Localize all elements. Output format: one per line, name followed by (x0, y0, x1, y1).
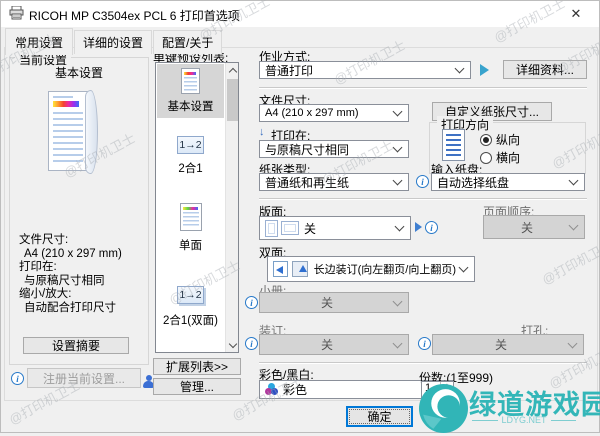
spin-up-icon[interactable]: ▲ (441, 382, 453, 390)
chevron-down-icon (392, 338, 403, 348)
open-to-top-icon (291, 261, 308, 277)
document-preview (48, 90, 98, 174)
chevron-down-icon (454, 63, 465, 74)
two-in-one-icon: 1→2 (177, 136, 204, 154)
window-title: RICOH MP C3504ex PCL 6 打印首选项 (29, 9, 240, 23)
preset-listbox[interactable]: 基本设置 1→2 2合1 单面 1→2 2合1(双面) (155, 62, 239, 353)
chevron-down-icon (392, 106, 403, 117)
details-button[interactable]: 详细资料... (503, 60, 587, 79)
portrait-page-icon (442, 129, 465, 161)
info-icon[interactable] (416, 175, 429, 188)
rainbow-bar (53, 101, 79, 107)
open-to-left-icon (273, 261, 288, 277)
chevron-down-icon (568, 220, 579, 231)
page-order-select: 关 (483, 215, 585, 239)
document-page-icon (179, 203, 202, 231)
landscape-thumb-icon (281, 221, 299, 235)
scrollbar-thumb[interactable] (227, 79, 238, 121)
tab-detailed-settings[interactable]: 详细的设置 (74, 30, 153, 54)
separator (259, 362, 587, 364)
chevron-down-icon (392, 296, 403, 306)
layout-select[interactable]: 关 (259, 216, 411, 240)
preset-item-simplex[interactable]: 单面 (157, 203, 224, 256)
manage-button[interactable]: 管理... (153, 378, 241, 395)
info-icon[interactable] (418, 337, 431, 350)
current-preset-name: 基本设置 (54, 66, 103, 80)
info-icon[interactable] (425, 221, 438, 234)
separator (259, 87, 587, 89)
printer-icon (9, 5, 24, 23)
print-on-select[interactable]: 与原稿尺寸相同 (259, 140, 409, 158)
landscape-option[interactable]: 横向 (480, 149, 520, 166)
input-tray-select[interactable]: 自动选择纸盘 (431, 173, 585, 191)
tab-config-about[interactable]: 配置/关于 (153, 30, 223, 54)
tab-strip: 常用设置 详细的设置 配置/关于 (5, 28, 223, 55)
chevron-down-icon (568, 175, 579, 186)
preset-item-2in1-duplex[interactable]: 1→2 2合1(双面) (157, 286, 224, 332)
expand-list-button[interactable]: 扩展列表>> (153, 358, 241, 375)
print-preferences-dialog: RICOH MP C3504ex PCL 6 打印首选项 ✕ 常用设置 详细的设… (0, 0, 600, 433)
job-type-select[interactable]: 普通打印 (259, 61, 471, 79)
document-page-icon (181, 68, 200, 94)
chevron-down-icon (394, 221, 405, 232)
portrait-thumb-icon (265, 219, 278, 237)
chevron-down-icon (392, 175, 403, 186)
duplex-select[interactable]: 长边装订(向左翻页/向上翻页) (267, 256, 475, 282)
settings-summary-button[interactable]: 设置摘要 (23, 337, 129, 354)
spin-down-icon[interactable]: ▼ (441, 390, 453, 398)
portrait-option[interactable]: 纵向 (480, 131, 520, 148)
title-bar: RICOH MP C3504ex PCL 6 打印首选项 ✕ (1, 1, 599, 27)
portrait-radio[interactable] (480, 133, 492, 146)
job-type-arrow-icon (480, 64, 489, 76)
preset-item-2in1[interactable]: 1→2 2合1 (157, 136, 224, 178)
document-size-select[interactable]: A4 (210 x 297 mm) (259, 104, 409, 122)
preset-list-scrollbar[interactable] (225, 63, 238, 352)
info-icon[interactable] (11, 372, 24, 385)
preset-item-basic[interactable]: 基本设置 (157, 64, 224, 118)
booklet-select: 关 (259, 292, 409, 313)
chevron-down-icon (392, 142, 403, 153)
info-icon[interactable] (245, 296, 258, 309)
separator (259, 198, 587, 200)
ldyg-logo-subtitle: LDYG.NET (472, 415, 576, 425)
paper-type-select[interactable]: 普通纸和再生纸 (259, 173, 409, 191)
ok-button[interactable]: 确定 (346, 406, 413, 427)
copies-stepper[interactable]: 1 ▲ ▼ (421, 381, 454, 398)
punch-select: 关 (432, 334, 584, 355)
tab-common-settings[interactable]: 常用设置 (5, 28, 74, 55)
info-icon[interactable] (245, 337, 258, 350)
copies-value[interactable]: 1 (422, 382, 440, 397)
staple-select: 关 (259, 334, 409, 355)
chevron-down-icon (458, 262, 469, 273)
scroll-up-icon[interactable] (226, 63, 239, 78)
settings-summary-text: 文件尺寸: A4 (210 x 297 mm) 打印在: 与原稿尺寸相同 缩小/… (19, 234, 122, 314)
layout-arrow-icon (415, 222, 422, 232)
register-current-settings-button: 注册当前设置... (27, 368, 141, 388)
scroll-down-icon[interactable] (226, 337, 239, 352)
close-icon[interactable]: ✕ (565, 5, 587, 23)
chevron-down-icon (567, 338, 578, 348)
arrow-down-icon: ↓ (259, 126, 265, 138)
two-in-one-duplex-icon: 1→2 (177, 286, 204, 304)
color-circles-icon (265, 383, 279, 396)
